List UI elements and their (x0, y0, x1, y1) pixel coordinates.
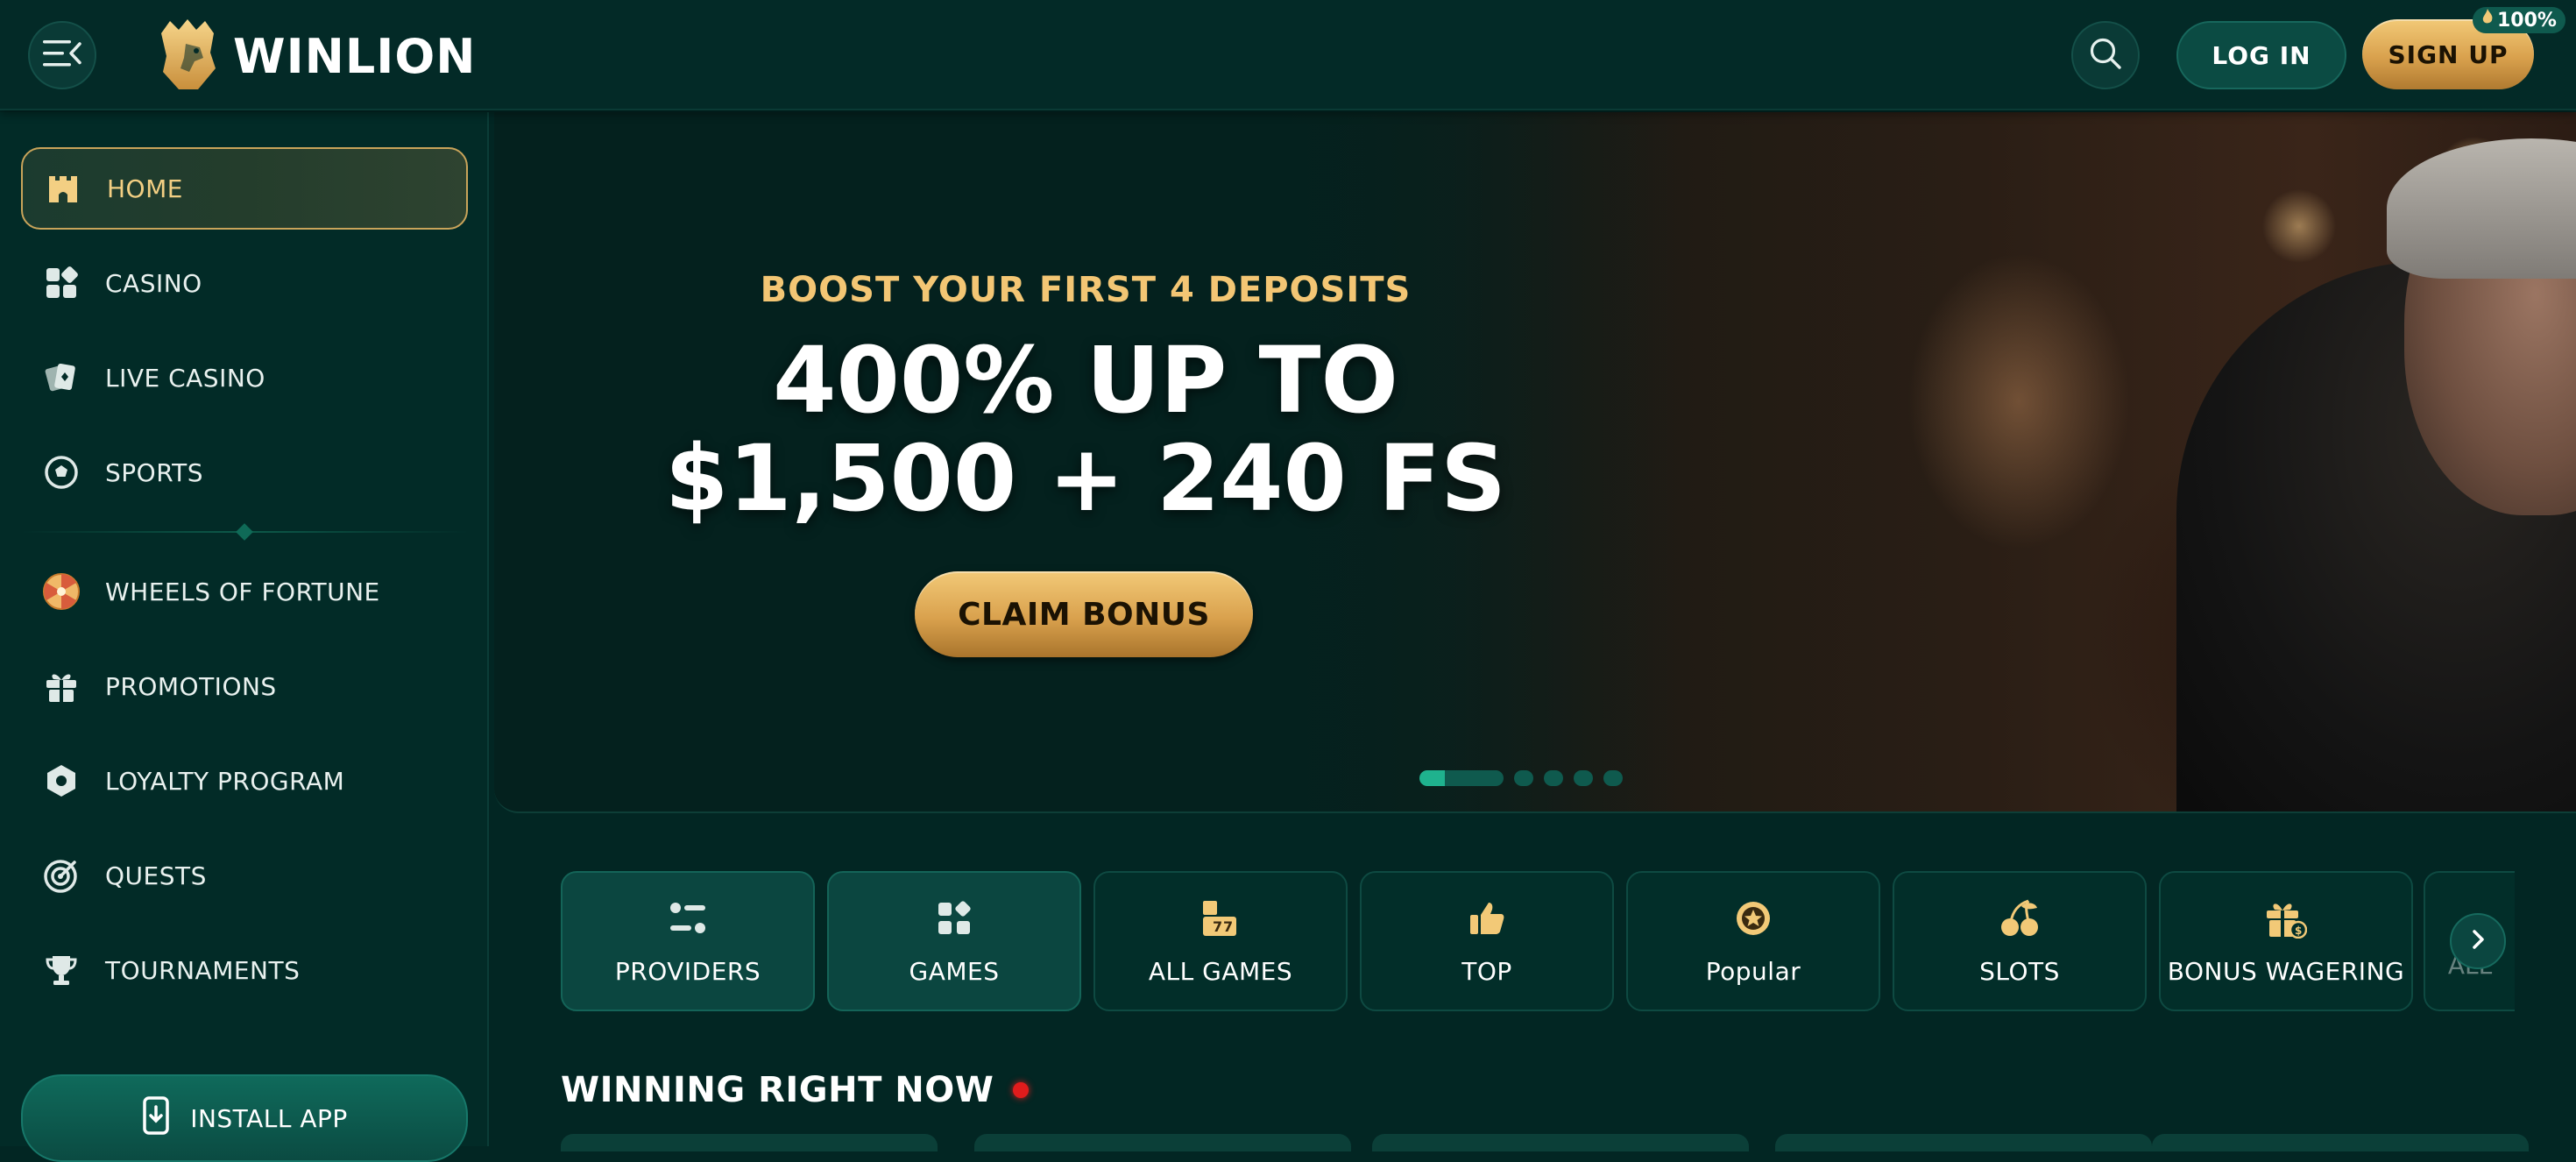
all-games-icon: 7 7 (1200, 897, 1242, 939)
carousel-dot[interactable] (1514, 770, 1533, 786)
category-label: ALL GAMES (1148, 956, 1293, 986)
category-label: PROVIDERS (614, 956, 761, 986)
svg-text:7: 7 (1223, 918, 1234, 935)
gift-icon (42, 667, 81, 705)
category-top[interactable]: TOP (1360, 871, 1614, 1011)
sidebar-item-tournaments[interactable]: TOURNAMENTS (21, 929, 468, 1011)
cherries-icon (1999, 897, 2041, 939)
categories-next-button[interactable] (2450, 913, 2506, 969)
sidebar-item-label: SPORTS (105, 457, 203, 487)
search-icon (2088, 36, 2123, 74)
sidebar-item-label: LOYALTY PROGRAM (105, 766, 345, 796)
carousel-dot[interactable] (1574, 770, 1593, 786)
castle-icon (44, 169, 82, 208)
top-header: WINLION LOG IN SIGN UP 100% (0, 0, 2576, 110)
category-bonus-wagering[interactable]: $ BONUS WAGERING (2159, 871, 2413, 1011)
svg-text:7: 7 (1213, 918, 1223, 935)
winning-card[interactable] (561, 1134, 938, 1151)
flame-icon (2481, 9, 2494, 32)
winning-card[interactable] (1372, 1134, 1749, 1151)
winning-cards-row (561, 1134, 2529, 1151)
wheel-icon (42, 572, 81, 611)
bonus-gift-icon: $ (2265, 897, 2307, 939)
sidebar-item-home[interactable]: HOME (21, 147, 468, 230)
claim-bonus-button[interactable]: CLAIM BONUS (915, 571, 1253, 657)
brand-name: WINLION (233, 28, 477, 84)
signup-badge-text: 100% (2497, 9, 2557, 32)
target-icon (42, 856, 81, 895)
menu-icon (43, 39, 81, 72)
menu-toggle-button[interactable] (28, 21, 96, 89)
sidebar-divider-ornament (236, 523, 253, 541)
install-app-label: INSTALL APP (190, 1103, 348, 1133)
category-label: BONUS WAGERING (2167, 956, 2405, 986)
popular-badge-icon (1732, 897, 1774, 939)
games-icon (933, 897, 975, 939)
sidebar-item-label: TOURNAMENTS (105, 955, 301, 985)
phone-download-icon (141, 1095, 173, 1141)
hero-banner[interactable]: BOOST YOUR FIRST 4 DEPOSITS 400% UP TO $… (494, 112, 2576, 813)
providers-icon (667, 897, 709, 939)
sidebar-item-promotions[interactable]: PROMOTIONS (21, 645, 468, 727)
sidebar-item-label: HOME (107, 174, 183, 203)
hero-title: 400% UP TO $1,500 + 240 FS (494, 331, 1677, 528)
sidebar-item-label: QUESTS (105, 861, 207, 890)
category-games[interactable]: GAMES (827, 871, 1081, 1011)
category-providers[interactable]: PROVIDERS (561, 871, 815, 1011)
carousel-pagination (1419, 769, 1623, 787)
soccer-ball-icon (42, 453, 81, 492)
hero-title-line-2: $1,500 + 240 FS (664, 425, 1507, 532)
chevron-right-icon (2468, 928, 2488, 954)
sidebar-item-sports[interactable]: SPORTS (21, 431, 468, 514)
sidebar-item-label: CASINO (105, 268, 202, 298)
carousel-dot[interactable] (1544, 770, 1563, 786)
category-popular[interactable]: Popular (1626, 871, 1880, 1011)
trophy-icon (42, 951, 81, 989)
hero-man-hair (2387, 138, 2576, 279)
cards-icon (42, 358, 81, 397)
casino-icon (42, 264, 81, 302)
login-button[interactable]: LOG IN (2176, 21, 2346, 89)
carousel-dot-active[interactable] (1419, 770, 1504, 786)
signup-bonus-badge: 100% (2473, 7, 2565, 33)
sidebar-item-quests[interactable]: QUESTS (21, 834, 468, 917)
hexagon-icon (42, 762, 81, 800)
svg-text:$: $ (2295, 925, 2303, 937)
winning-title: WINNING RIGHT NOW (561, 1070, 994, 1110)
category-label: GAMES (909, 956, 1000, 986)
sidebar-item-live-casino[interactable]: LIVE CASINO (21, 337, 468, 419)
category-label: SLOTS (1979, 956, 2060, 986)
hero-subtitle: BOOST YOUR FIRST 4 DEPOSITS (760, 270, 1412, 310)
brand-logo[interactable]: WINLION (154, 19, 476, 93)
sidebar: HOME CASINO LIVE CASINO SPORTS WHEELS OF… (0, 112, 489, 1162)
sidebar-item-label: WHEELS OF FORTUNE (105, 577, 380, 606)
install-app-button[interactable]: INSTALL APP (21, 1074, 468, 1162)
sidebar-item-casino[interactable]: CASINO (21, 242, 468, 324)
winning-card[interactable] (1775, 1134, 2152, 1151)
category-strip: PROVIDERS GAMES 7 7 ALL GAMES TOP Popula… (561, 871, 2515, 1011)
winning-card[interactable] (974, 1134, 1351, 1151)
carousel-dot[interactable] (1603, 770, 1623, 786)
sidebar-item-loyalty-program[interactable]: LOYALTY PROGRAM (21, 740, 468, 822)
sidebar-item-label: PROMOTIONS (105, 671, 277, 701)
category-label: Popular (1705, 956, 1801, 986)
live-indicator-dot (1013, 1082, 1030, 1098)
sidebar-item-wheels-of-fortune[interactable]: WHEELS OF FORTUNE (21, 550, 468, 633)
lion-logo-icon (154, 18, 221, 95)
category-slots[interactable]: SLOTS (1893, 871, 2147, 1011)
winning-right-now-header: WINNING RIGHT NOW (561, 1066, 1030, 1115)
sidebar-item-label: LIVE CASINO (105, 363, 265, 393)
search-button[interactable] (2071, 21, 2140, 89)
category-all-games[interactable]: 7 7 ALL GAMES (1093, 871, 1348, 1011)
winning-card[interactable] (2152, 1134, 2529, 1151)
category-label: TOP (1461, 956, 1512, 986)
thumbs-up-icon (1466, 897, 1508, 939)
hero-title-line-1: 400% UP TO (773, 327, 1398, 434)
